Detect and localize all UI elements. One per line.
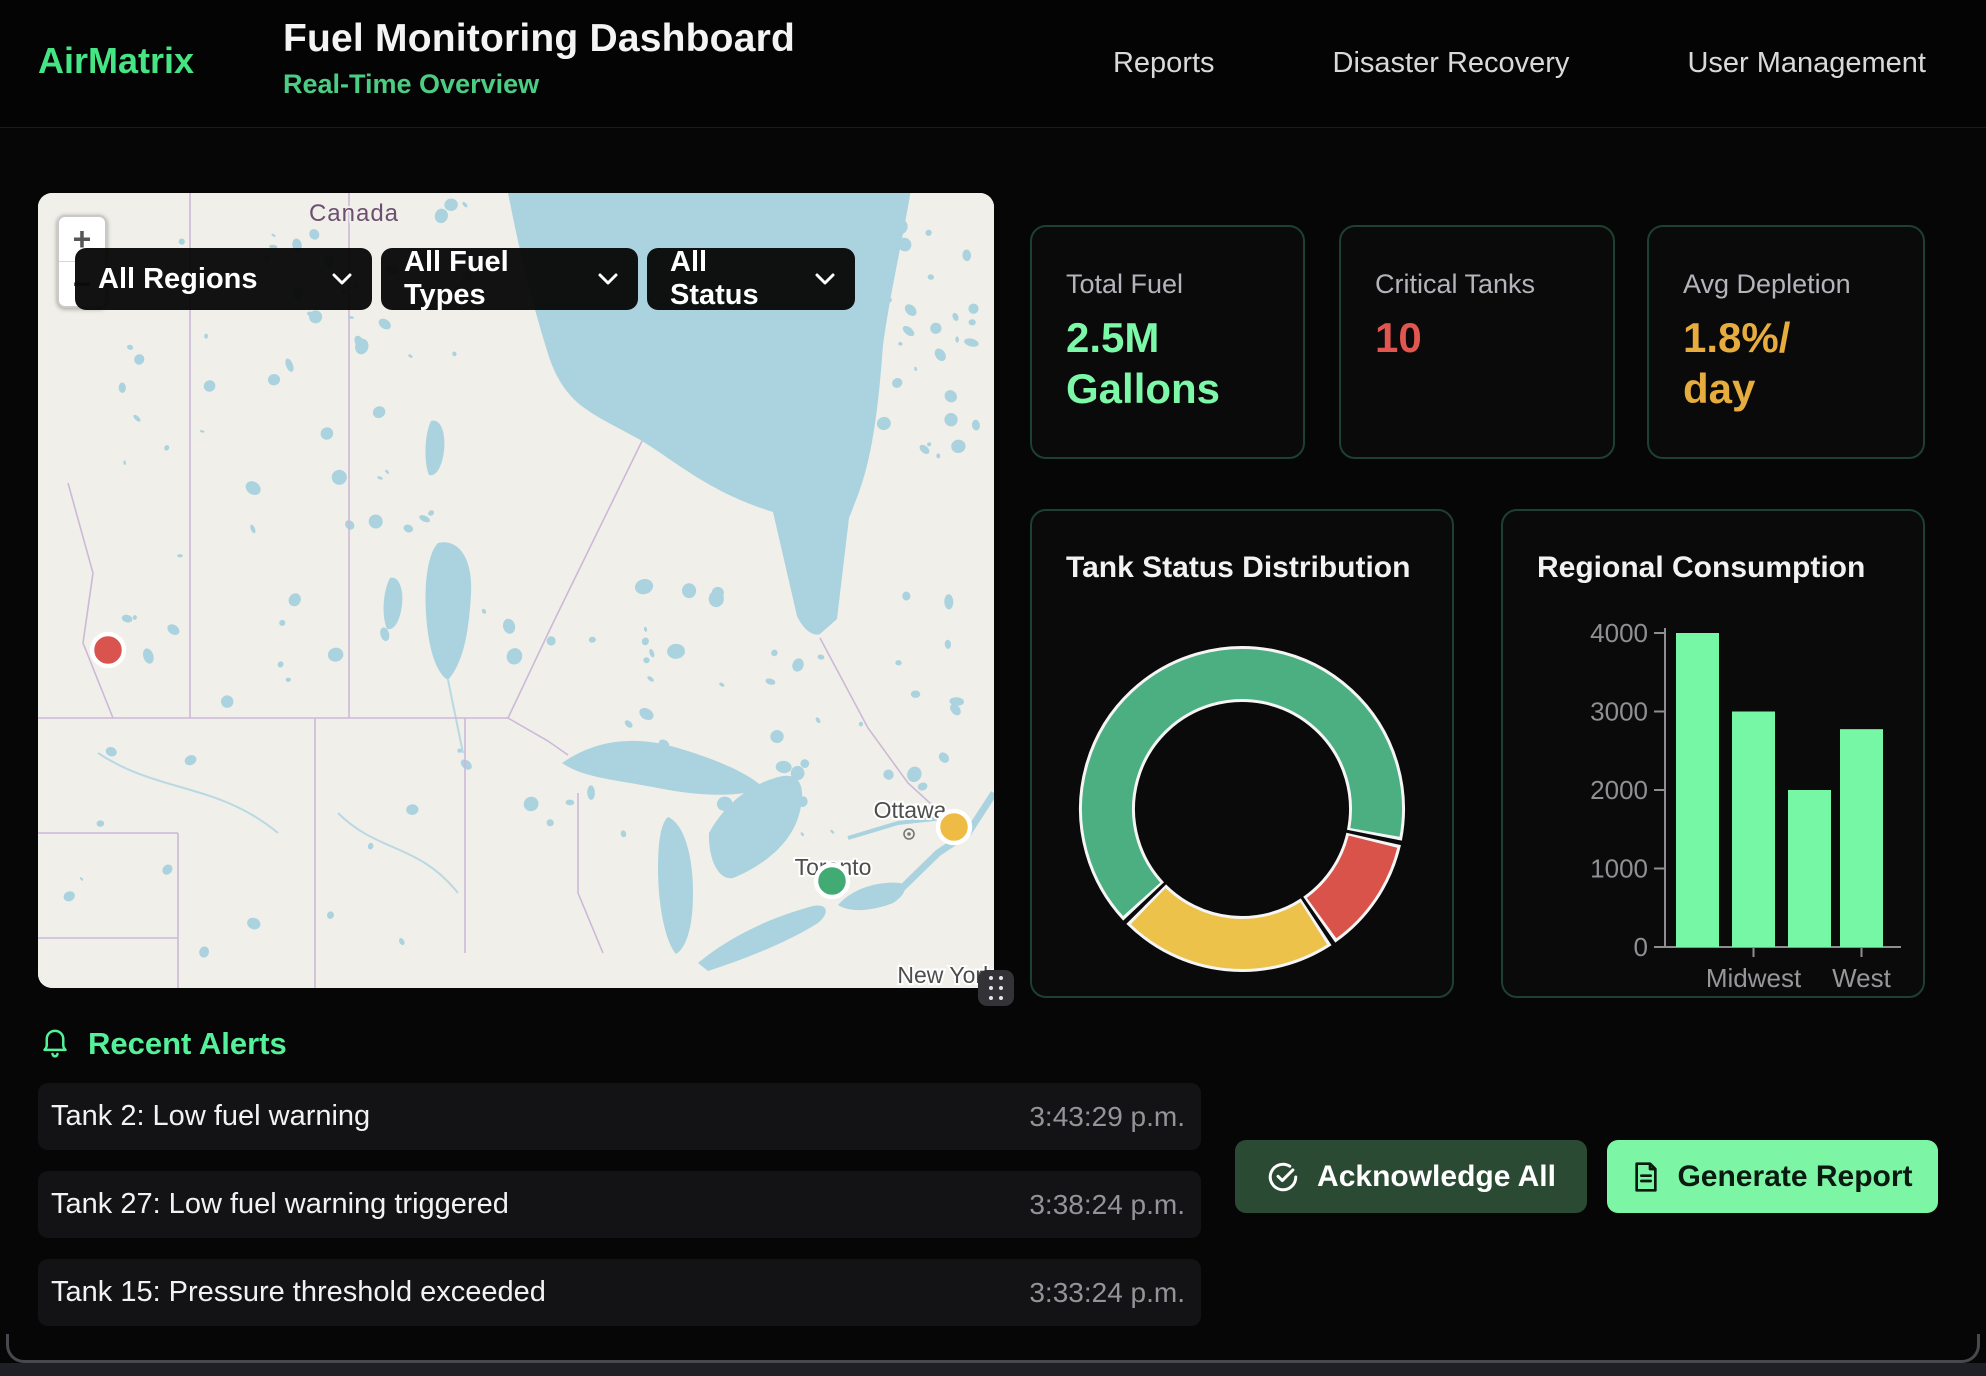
- page-title: Fuel Monitoring Dashboard: [283, 17, 795, 61]
- bottom-strip: [0, 1363, 1986, 1376]
- chart-title: Tank Status Distribution: [1066, 551, 1410, 585]
- bell-icon: [40, 1027, 70, 1061]
- document-icon: [1632, 1161, 1660, 1193]
- stat-value: 1.8%/day: [1683, 312, 1790, 414]
- stat-value: 2.5MGallons: [1066, 312, 1220, 414]
- alert-row[interactable]: Tank 15: Pressure threshold exceeded 3:3…: [38, 1259, 1201, 1326]
- alert-text: Tank 15: Pressure threshold exceeded: [51, 1276, 546, 1309]
- svg-text:0: 0: [1634, 932, 1648, 962]
- main-nav: Reports Disaster Recovery User Managemen…: [1113, 0, 1926, 127]
- svg-text:4000: 4000: [1590, 618, 1648, 648]
- chevron-down-icon: [598, 273, 618, 285]
- fuel-monitoring-dashboard: AirMatrix Fuel Monitoring Dashboard Real…: [0, 0, 1986, 1376]
- stat-card-avg-depletion: Avg Depletion 1.8%/day: [1647, 225, 1925, 459]
- alert-timestamp: 3:38:24 p.m.: [1029, 1189, 1185, 1221]
- tank-status-donut-chart: [1062, 629, 1422, 989]
- nav-item-user-management[interactable]: User Management: [1687, 47, 1926, 80]
- alert-text: Tank 27: Low fuel warning triggered: [51, 1188, 509, 1221]
- status-filter-value: All Status: [670, 246, 801, 312]
- svg-text:1000: 1000: [1590, 854, 1648, 884]
- alerts-header: Recent Alerts: [40, 1026, 287, 1062]
- alerts-title: Recent Alerts: [88, 1026, 287, 1062]
- status-filter-dropdown[interactable]: All Status: [647, 248, 855, 310]
- map-resize-grip[interactable]: [978, 970, 1014, 1006]
- alert-timestamp: 3:33:24 p.m.: [1029, 1277, 1185, 1309]
- tank-marker-critical[interactable]: [92, 634, 124, 666]
- brand-logo: AirMatrix: [38, 40, 194, 82]
- stat-card-critical-tanks: Critical Tanks 10: [1339, 225, 1615, 459]
- circle-check-icon: [1266, 1160, 1300, 1194]
- country-label: Canada: [309, 200, 399, 227]
- map-filters: All Regions All Fuel Types All Status: [75, 248, 855, 310]
- stat-label: Critical Tanks: [1375, 269, 1535, 300]
- tank-marker-warning[interactable]: [938, 811, 970, 843]
- nav-item-reports[interactable]: Reports: [1113, 47, 1215, 80]
- generate-report-button[interactable]: Generate Report: [1607, 1140, 1938, 1213]
- fuel-type-filter-value: All Fuel Types: [404, 246, 584, 312]
- svg-text:3000: 3000: [1590, 697, 1648, 727]
- city-label-ottawa: Ottawa: [874, 797, 947, 823]
- stat-card-total-fuel: Total Fuel 2.5MGallons: [1030, 225, 1305, 459]
- stat-label: Avg Depletion: [1683, 269, 1851, 300]
- alert-row[interactable]: Tank 2: Low fuel warning 3:43:29 p.m.: [38, 1083, 1201, 1150]
- fuel-type-filter-dropdown[interactable]: All Fuel Types: [381, 248, 638, 310]
- alert-text: Tank 2: Low fuel warning: [51, 1100, 370, 1133]
- regional-consumption-card: Regional Consumption 01000200030004000Mi…: [1501, 509, 1925, 998]
- region-filter-value: All Regions: [98, 263, 258, 296]
- tank-marker-normal[interactable]: [816, 865, 848, 897]
- region-filter-dropdown[interactable]: All Regions: [75, 248, 372, 310]
- generate-report-label: Generate Report: [1677, 1160, 1912, 1194]
- content-sheet-edge: [6, 1334, 1980, 1363]
- stat-value: 10: [1375, 312, 1422, 363]
- svg-text:West: West: [1832, 963, 1892, 993]
- page-subtitle: Real-Time Overview: [283, 69, 795, 100]
- svg-text:Midwest: Midwest: [1706, 963, 1802, 993]
- chevron-down-icon: [815, 273, 835, 285]
- regional-consumption-bar-chart: 0 1000 2000 3000 4000 Midwest West: [1503, 511, 1923, 996]
- svg-text:2000: 2000: [1590, 775, 1648, 805]
- chevron-down-icon: [332, 273, 352, 285]
- acknowledge-all-button[interactable]: Acknowledge All: [1235, 1140, 1587, 1213]
- title-block: Fuel Monitoring Dashboard Real-Time Over…: [283, 17, 795, 100]
- nav-item-disaster-recovery[interactable]: Disaster Recovery: [1333, 47, 1570, 80]
- alert-timestamp: 3:43:29 p.m.: [1029, 1101, 1185, 1133]
- map-canvas: Canada Ottawa Toronto New York: [38, 193, 994, 988]
- stat-label: Total Fuel: [1066, 269, 1183, 300]
- tank-status-distribution-card: Tank Status Distribution: [1030, 509, 1454, 998]
- app-header: AirMatrix Fuel Monitoring Dashboard Real…: [0, 0, 1986, 128]
- fuel-map[interactable]: Canada Ottawa Toronto New York + − All R…: [38, 193, 994, 988]
- alert-row[interactable]: Tank 27: Low fuel warning triggered 3:38…: [38, 1171, 1201, 1238]
- acknowledge-all-label: Acknowledge All: [1317, 1160, 1556, 1194]
